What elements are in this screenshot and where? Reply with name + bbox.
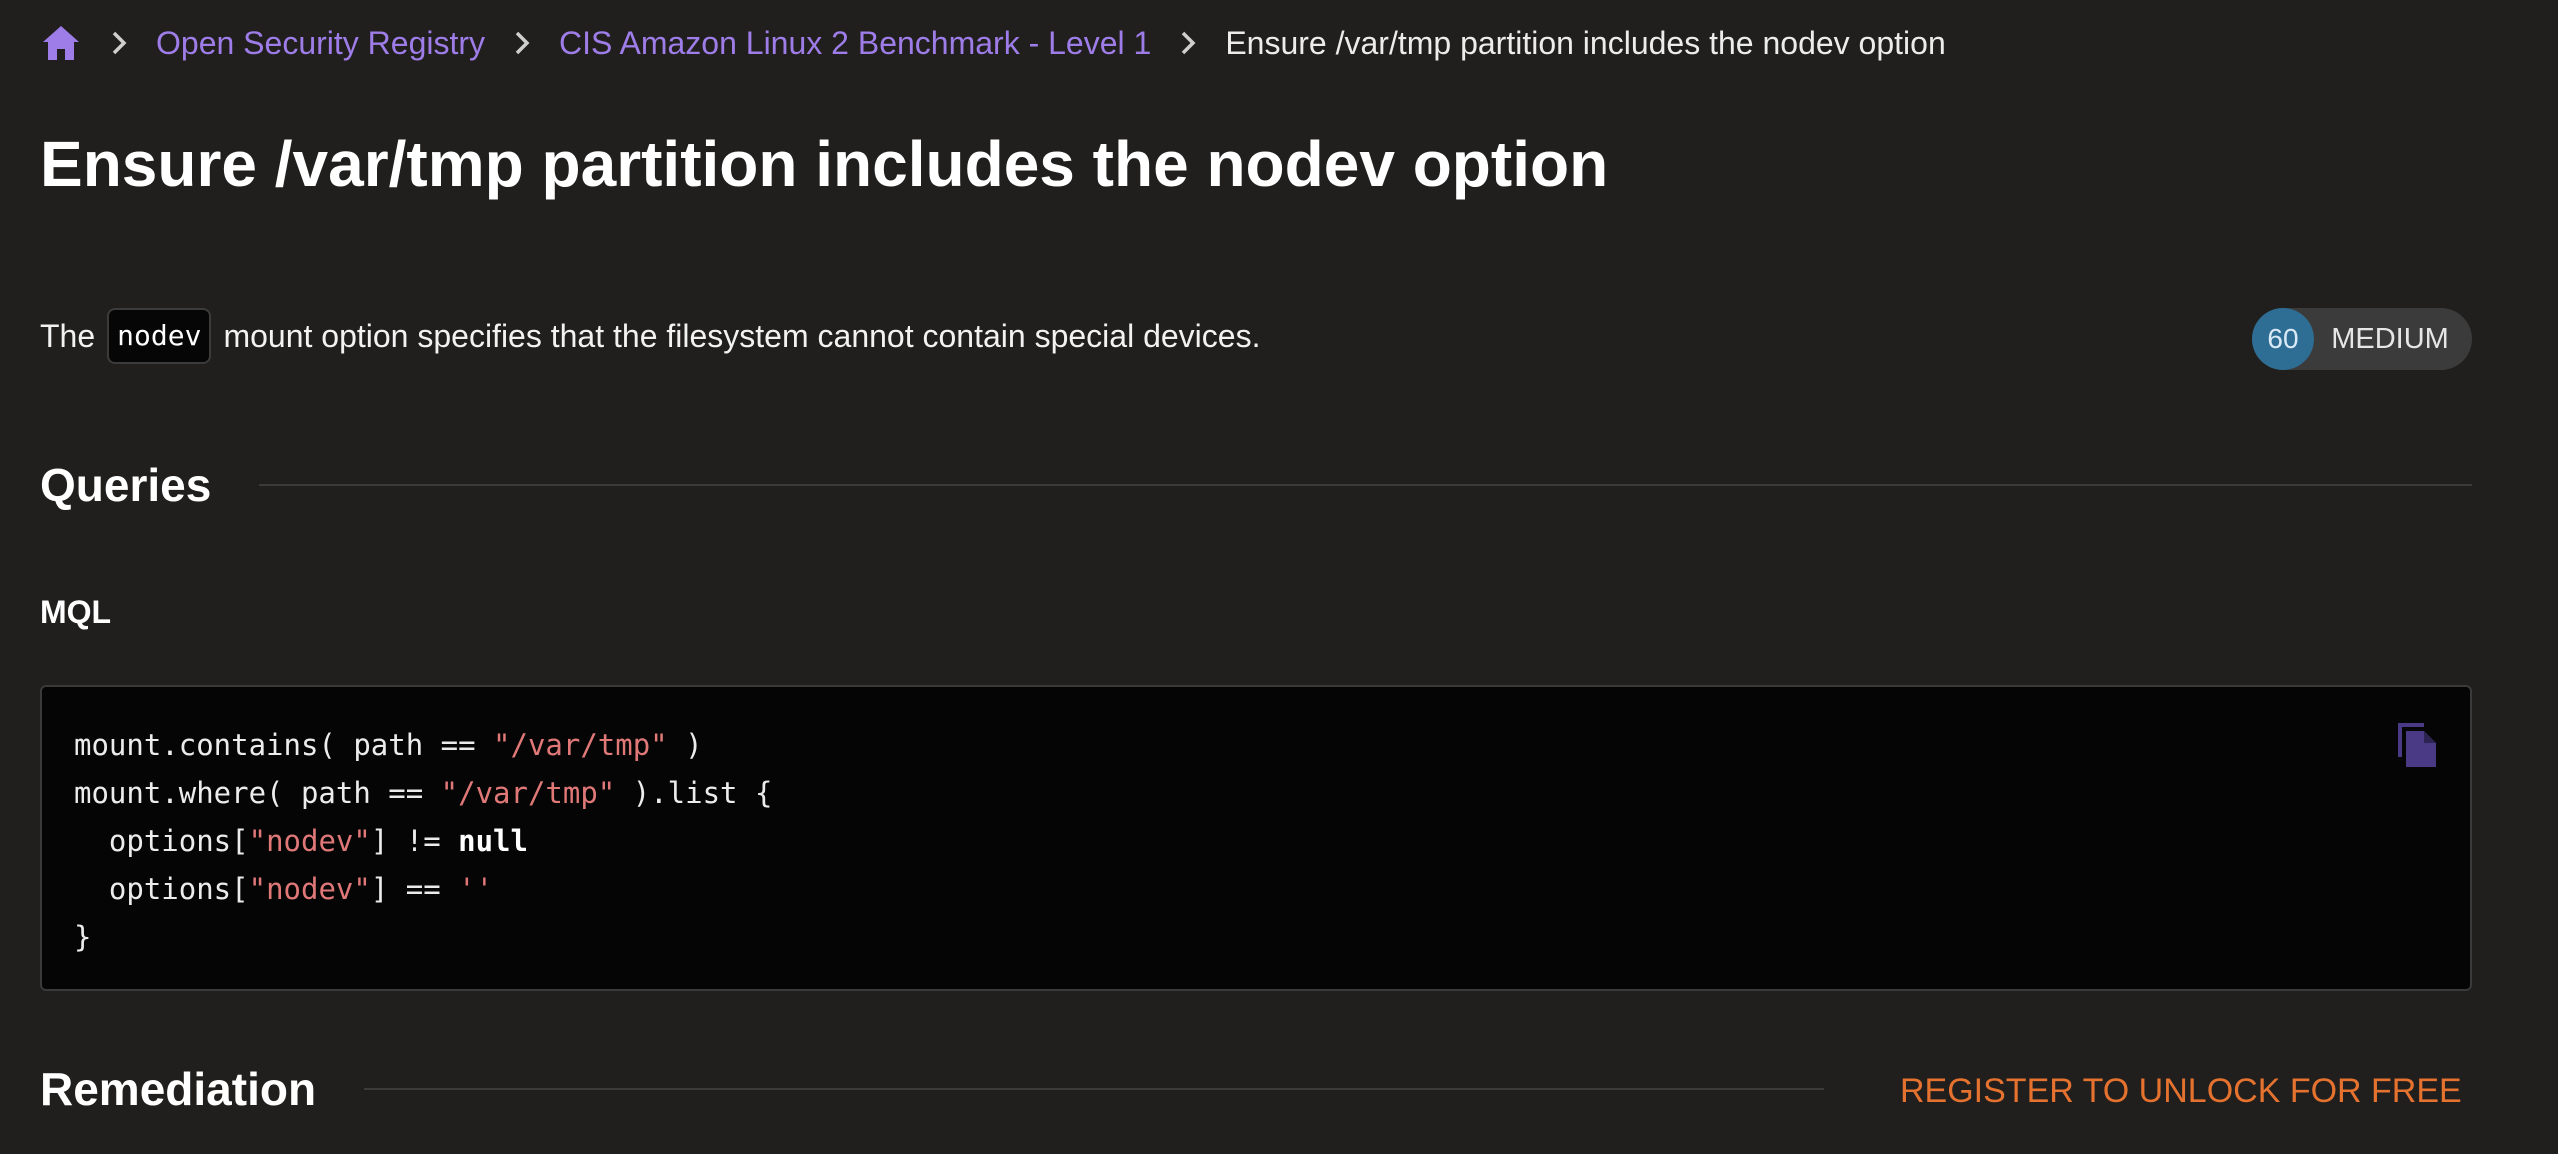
page: Open Security Registry CIS Amazon Linux … <box>0 0 2558 1154</box>
breadcrumb-link-registry[interactable]: Open Security Registry <box>156 25 485 62</box>
chevron-right-icon <box>82 22 156 64</box>
query-language-heading: MQL <box>40 594 112 630</box>
queries-section-header: Queries <box>40 458 2472 512</box>
code-block: mount.contains( path == "/var/tmp" ) moun… <box>40 685 2472 991</box>
code-token: options[ <box>74 872 249 906</box>
description-prefix: The <box>40 318 96 354</box>
code-token: mount.where( path == <box>74 776 441 810</box>
code-token: options[ <box>74 824 249 858</box>
code-token: null <box>458 824 528 858</box>
register-unlock-link[interactable]: REGISTER TO UNLOCK FOR FREE <box>1900 1072 2462 1111</box>
code-token: mount.contains( path == <box>74 728 494 762</box>
code-token: } <box>74 920 92 954</box>
chevron-right-icon <box>485 22 559 64</box>
code-line: } <box>74 913 2438 961</box>
code-line: options["nodev"] == '' <box>74 865 2438 913</box>
copy-icon[interactable] <box>2392 717 2440 769</box>
remediation-heading: Remediation <box>40 1063 317 1115</box>
inline-code: nodev <box>107 308 212 364</box>
page-title: Ensure /var/tmp partition includes the n… <box>40 128 1609 200</box>
code-line: mount.where( path == "/var/tmp" ).list { <box>74 769 2438 817</box>
code-token: ] == <box>370 872 459 906</box>
code-token: ] != <box>370 824 459 858</box>
code-token: "/var/tmp" <box>440 776 616 810</box>
query-code: mount.contains( path == "/var/tmp" ) moun… <box>74 721 2438 961</box>
description-text: mount option specifies that the filesyst… <box>223 318 1261 354</box>
code-token: "nodev" <box>248 824 371 858</box>
chevron-right-icon <box>1151 22 1225 64</box>
description: The nodev mount option specifies that th… <box>40 308 1260 364</box>
code-line: mount.contains( path == "/var/tmp" ) <box>74 721 2438 769</box>
divider <box>364 1088 1825 1090</box>
breadcrumb: Open Security Registry CIS Amazon Linux … <box>40 18 1946 68</box>
code-line: options["nodev"] != null <box>74 817 2438 865</box>
code-token: '' <box>458 872 494 906</box>
code-token: ).list { <box>615 776 773 810</box>
breadcrumb-current: Ensure /var/tmp partition includes the n… <box>1225 24 1946 61</box>
divider <box>259 484 2472 486</box>
severity-score: 60 <box>2252 308 2314 370</box>
code-token: "nodev" <box>248 872 371 906</box>
severity-badge: 60 MEDIUM <box>2252 308 2472 370</box>
breadcrumb-link-benchmark[interactable]: CIS Amazon Linux 2 Benchmark - Level 1 <box>559 25 1151 62</box>
severity-label: MEDIUM <box>2331 322 2449 355</box>
home-icon[interactable] <box>40 22 82 64</box>
queries-heading: Queries <box>40 459 212 511</box>
code-token: "/var/tmp" <box>493 728 668 762</box>
code-token: ) <box>667 728 703 762</box>
